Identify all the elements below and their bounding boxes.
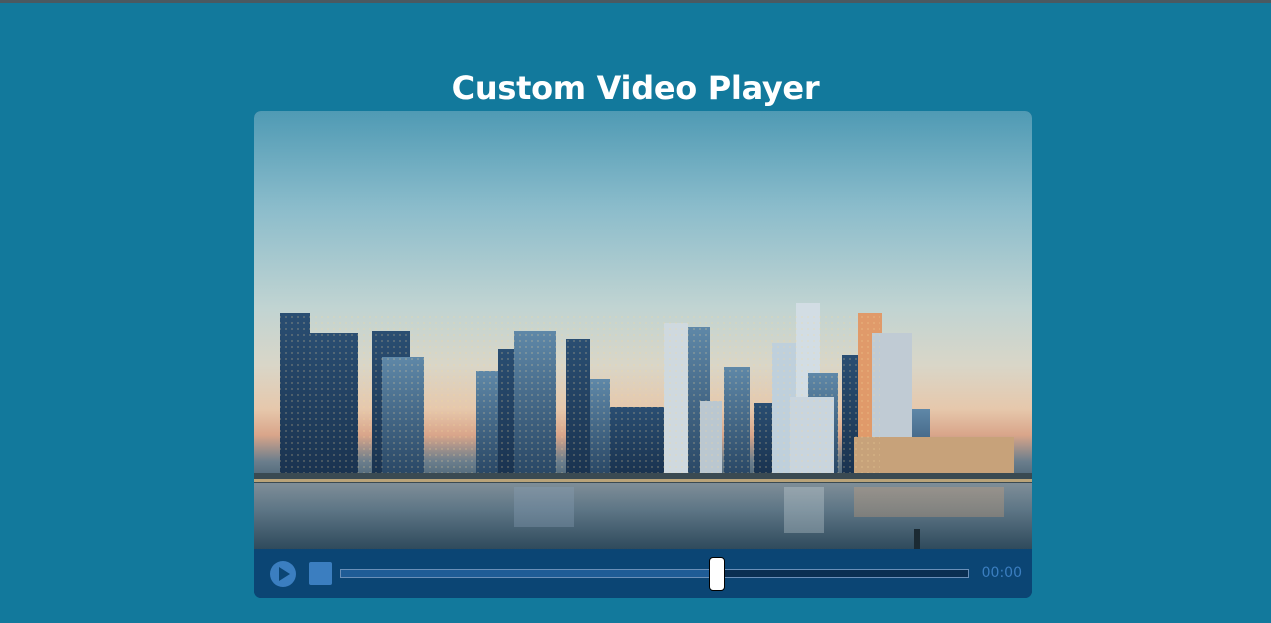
play-icon [279,567,290,581]
stop-button[interactable] [309,562,332,585]
progress-track[interactable] [340,569,969,578]
video-screen[interactable] [254,111,1032,549]
video-player: 00:00 [254,111,1032,598]
progress-fill [341,570,718,577]
browser-top-edge [0,0,1271,3]
video-controls-bar: 00:00 [254,549,1032,598]
city-skyline-image [254,303,1032,549]
play-button[interactable] [270,561,296,587]
timestamp: 00:00 [981,565,1022,581]
progress-slider-thumb[interactable] [709,557,726,591]
page-title: Custom Video Player [451,69,820,108]
